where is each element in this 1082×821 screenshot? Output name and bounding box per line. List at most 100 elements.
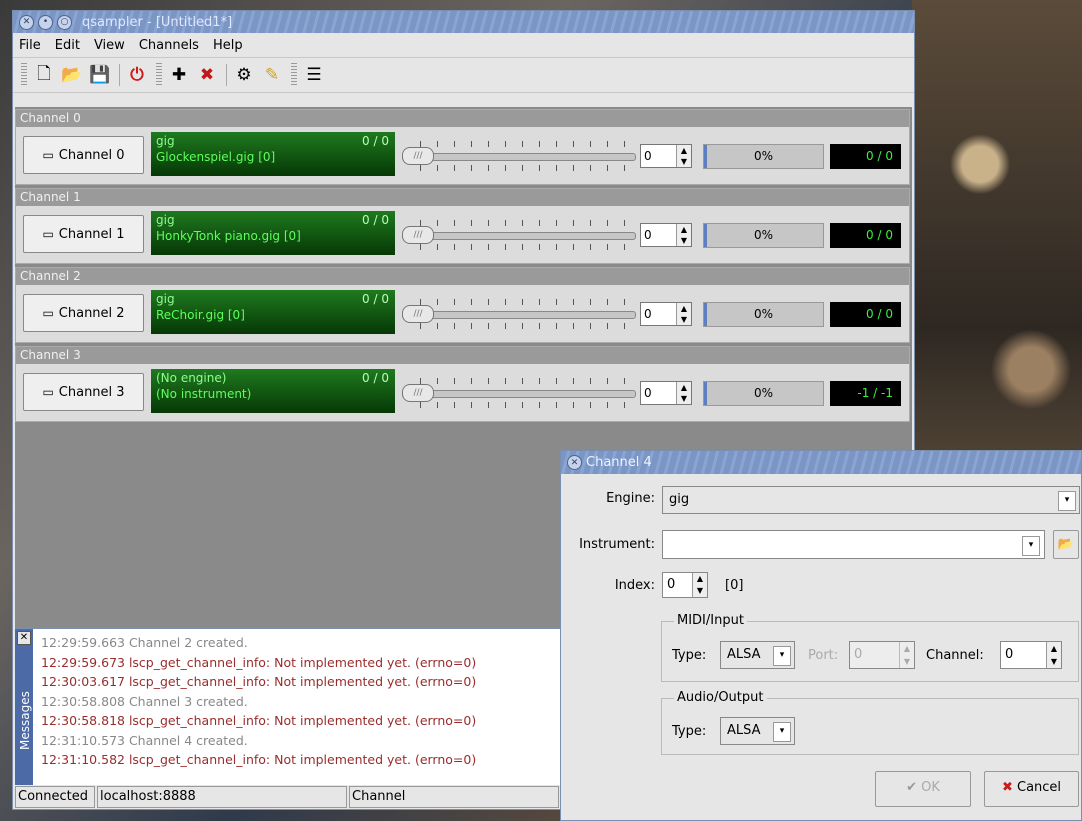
slider-handle[interactable]: /// — [402, 384, 434, 402]
audio-type-select[interactable]: ALSA ▾ — [720, 717, 795, 745]
status-host: localhost:8888 — [97, 786, 347, 808]
channel-display[interactable]: gig Glockenspiel.gig [0] 0 / 0 — [151, 132, 395, 176]
index-spinbox[interactable]: 0 ▲ ▼ — [662, 572, 708, 598]
channel-button-label: Channel 2 — [58, 305, 125, 321]
message-line: 12:31:10.573 Channel 4 created. — [41, 732, 248, 748]
edit-channel-icon[interactable]: ✎ — [259, 62, 285, 88]
slider-handle[interactable]: /// — [402, 305, 434, 323]
chevron-down-icon[interactable]: ▾ — [1022, 536, 1040, 556]
engine-select[interactable]: gig ▾ — [662, 486, 1080, 514]
voice-count: 0 / 0 — [362, 213, 389, 227]
channel-button[interactable]: ▭ Channel 0 — [23, 136, 144, 174]
save-icon[interactable]: 💾 — [87, 62, 113, 88]
slider-groove — [402, 311, 636, 319]
slider-ticks — [420, 220, 626, 226]
volume-spinbox[interactable]: 0 ▲ ▼ — [640, 381, 692, 405]
new-file-icon[interactable]: 🗋 — [31, 62, 57, 88]
keyboard-icon: ▭ — [42, 306, 53, 320]
engine-name: gig — [156, 134, 175, 148]
cancel-button[interactable]: ✖ Cancel — [984, 771, 1079, 807]
ok-button[interactable]: ✔ OK — [875, 771, 971, 807]
chevron-down-icon[interactable]: ▾ — [773, 646, 791, 666]
slider-groove — [402, 153, 636, 161]
volume-spin-value: 0 — [644, 228, 652, 242]
dialog-titlebar[interactable]: ✕ Channel 4 — [561, 451, 1081, 474]
midi-type-select[interactable]: ALSA ▾ — [720, 641, 795, 669]
power-icon[interactable]: ⏻ — [124, 62, 150, 88]
channel-button[interactable]: ▭ Channel 2 — [23, 294, 144, 332]
index-value: 0 — [667, 577, 676, 592]
view-messages-icon[interactable]: ☰ — [301, 62, 327, 88]
menu-edit[interactable]: Edit — [55, 38, 80, 53]
cancel-label: Cancel — [1017, 780, 1062, 795]
toolbar-grip[interactable] — [21, 63, 27, 87]
audio-output-group: Audio/Output Type: ALSA ▾ — [661, 690, 1079, 755]
messages-dock-bar[interactable]: ✕ Messages — [15, 629, 33, 785]
engine-name: (No engine) — [156, 371, 227, 385]
main-titlebar[interactable]: ✕ • ○ qsampler - [Untitled1*] — [13, 11, 914, 33]
volume-spinbox[interactable]: 0 ▲ ▼ — [640, 223, 692, 247]
message-line: 12:30:58.808 Channel 3 created. — [41, 693, 248, 709]
spin-arrows-icon[interactable]: ▲ ▼ — [899, 642, 914, 668]
volume-slider[interactable]: /// — [402, 138, 636, 171]
menu-channels[interactable]: Channels — [139, 38, 199, 53]
engine-label: Engine: — [606, 491, 655, 506]
channel-strip: Channel 2 ▭ Channel 2 gig ReChoir.gig [0… — [15, 267, 910, 343]
channel-display[interactable]: gig ReChoir.gig [0] 0 / 0 — [151, 290, 395, 334]
menu-view[interactable]: View — [94, 38, 125, 53]
channel-button[interactable]: ▭ Channel 1 — [23, 215, 144, 253]
message-line: 12:29:59.673 lscp_get_channel_info: Not … — [41, 654, 477, 670]
spin-arrows-icon[interactable]: ▲ ▼ — [676, 382, 691, 404]
remove-channel-icon[interactable]: ✖ — [194, 62, 220, 88]
volume-slider[interactable]: /// — [402, 296, 636, 329]
setup-channel-icon[interactable]: ⚙ — [231, 62, 257, 88]
index-suffix: [0] — [725, 578, 744, 593]
browse-instrument-button[interactable]: 📂 — [1053, 530, 1079, 559]
cancel-icon: ✖ — [1001, 780, 1013, 795]
instrument-field[interactable]: ▾ — [662, 530, 1045, 559]
instrument-name: HonkyTonk piano.gig [0] — [156, 229, 301, 243]
chevron-down-icon[interactable]: ▾ — [773, 722, 791, 742]
menu-file[interactable]: File — [19, 38, 41, 53]
slider-handle[interactable]: /// — [402, 147, 434, 165]
minimize-icon[interactable]: • — [38, 14, 53, 30]
spin-arrows-icon[interactable]: ▲ ▼ — [676, 303, 691, 325]
slider-handle[interactable]: /// — [402, 226, 434, 244]
toolbar-grip[interactable] — [156, 63, 162, 87]
message-line: 12:30:03.617 lscp_get_channel_info: Not … — [41, 674, 477, 689]
spin-arrows-icon[interactable]: ▲ ▼ — [1046, 642, 1061, 668]
volume-spinbox[interactable]: 0 ▲ ▼ — [640, 144, 692, 168]
spin-arrows-icon[interactable]: ▲ ▼ — [676, 145, 691, 167]
volume-slider[interactable]: /// — [402, 375, 636, 408]
channel-display[interactable]: gig HonkyTonk piano.gig [0] 0 / 0 — [151, 211, 395, 255]
slider-ticks — [420, 323, 626, 329]
port-spinbox[interactable]: 0 ▲ ▼ — [849, 641, 915, 669]
port-label: Port: — [808, 648, 839, 663]
menubar: File Edit View Channels Help — [13, 33, 914, 58]
channel-spinbox[interactable]: 0 ▲ ▼ — [1000, 641, 1062, 669]
menu-help[interactable]: Help — [213, 38, 243, 53]
close-icon[interactable]: ✕ — [17, 631, 31, 645]
voice-count: 0 / 0 — [362, 134, 389, 148]
messages-label: Messages — [18, 691, 32, 750]
volume-spinbox[interactable]: 0 ▲ ▼ — [640, 302, 692, 326]
toolbar-grip[interactable] — [291, 63, 297, 87]
toolbar-separator — [226, 64, 227, 86]
channel-display[interactable]: (No engine) (No instrument) 0 / 0 — [151, 369, 395, 413]
instrument-name: ReChoir.gig [0] — [156, 308, 245, 322]
channel-value: 0 — [1005, 647, 1014, 662]
close-icon[interactable]: ✕ — [19, 14, 34, 30]
index-label: Index: — [614, 578, 655, 593]
open-folder-icon[interactable]: 📂 — [59, 62, 85, 88]
spin-arrows-icon[interactable]: ▲ ▼ — [692, 573, 707, 597]
spin-arrows-icon[interactable]: ▲ ▼ — [676, 224, 691, 246]
add-channel-icon[interactable]: ✚ — [166, 62, 192, 88]
slider-ticks — [420, 299, 626, 305]
volume-slider[interactable]: /// — [402, 217, 636, 250]
close-icon[interactable]: ✕ — [567, 455, 582, 470]
engine-name: gig — [156, 213, 175, 227]
maximize-icon[interactable]: ○ — [57, 14, 72, 30]
message-line: 12:30:58.818 lscp_get_channel_info: Not … — [41, 713, 477, 728]
chevron-down-icon[interactable]: ▾ — [1058, 491, 1076, 511]
channel-button[interactable]: ▭ Channel 3 — [23, 373, 144, 411]
